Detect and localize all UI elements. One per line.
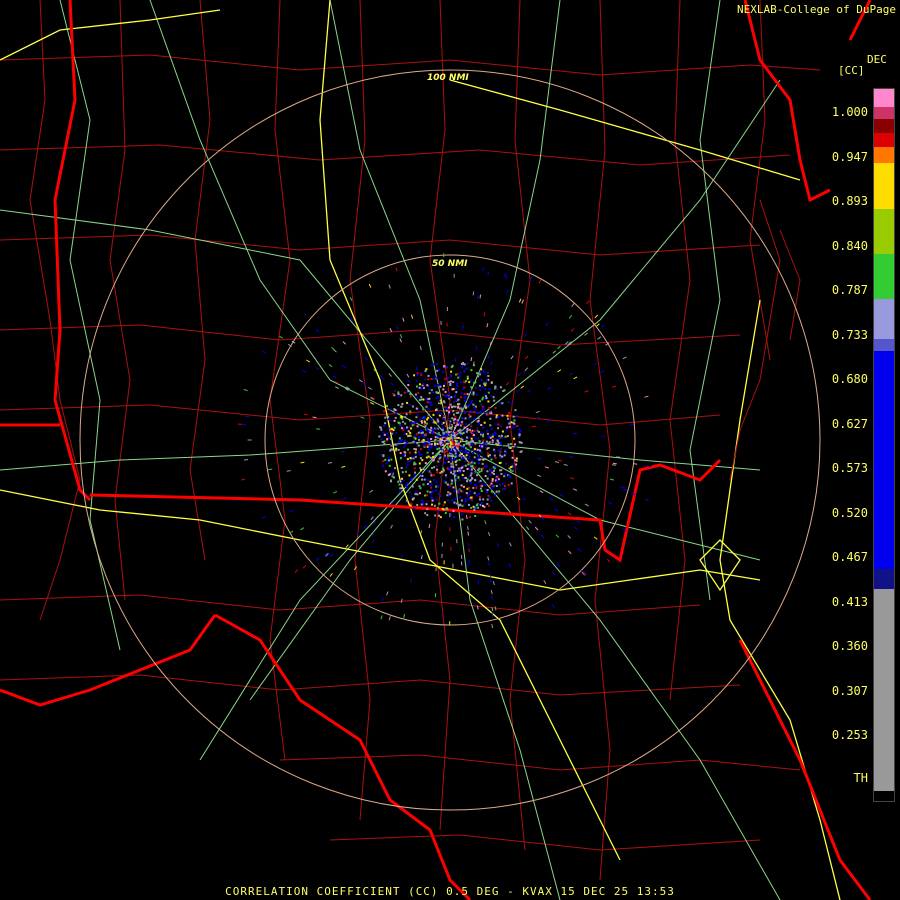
color-scale-segment <box>874 299 894 339</box>
color-scale-tick-label: 0.947 <box>831 149 868 164</box>
credit-label: NEXLAB-College of DuPage <box>737 3 896 16</box>
color-scale-tick-label: 0.573 <box>831 461 868 475</box>
ring-label-50: 50 NMI <box>432 259 468 269</box>
color-scale-tick-label: 0.627 <box>831 416 868 431</box>
color-scale-tick-label: 0.467 <box>831 550 868 564</box>
color-scale-tick-label: 0.893 <box>831 194 868 208</box>
units-line2: [CC] <box>838 64 865 77</box>
color-scale-tick-label: 0.787 <box>831 283 868 297</box>
ring-label-100: 100 NMI <box>427 73 469 83</box>
color-scale-segment <box>874 254 894 299</box>
color-scale-segment <box>874 569 894 589</box>
color-scale-segment <box>874 107 894 119</box>
product-caption: CORRELATION COEFFICIENT (CC) 0.5 DEG - K… <box>225 885 675 898</box>
color-scale-tick-label: 0.253 <box>831 728 868 742</box>
color-scale-segment <box>874 339 894 351</box>
color-scale-segment <box>874 119 894 133</box>
color-scale-tick-label: 0.733 <box>831 327 868 342</box>
color-scale-segment <box>874 351 894 569</box>
color-scale-tick-label: 0.307 <box>831 683 868 698</box>
color-scale-segment <box>874 133 894 147</box>
color-scale-tick-label: 0.360 <box>831 639 868 653</box>
color-scale-tick-label: 0.680 <box>831 372 868 386</box>
color-scale-segment <box>874 209 894 254</box>
color-scale-segment <box>874 791 894 801</box>
color-scale-segment <box>874 147 894 163</box>
color-scale-tick-label: 0.413 <box>831 594 868 609</box>
color-scale-segment <box>874 163 894 209</box>
color-scale-bar <box>873 88 895 802</box>
radar-map <box>0 0 900 900</box>
color-scale-tick-label: 0.840 <box>831 238 868 253</box>
color-scale-tick-label: 0.520 <box>831 505 868 520</box>
color-scale-segment <box>874 589 894 791</box>
units-line1: DEC <box>867 53 887 66</box>
color-scale-tick-label: TH <box>853 771 868 785</box>
color-scale-tick-label: 1.000 <box>831 105 868 119</box>
color-scale-segment <box>874 89 894 107</box>
